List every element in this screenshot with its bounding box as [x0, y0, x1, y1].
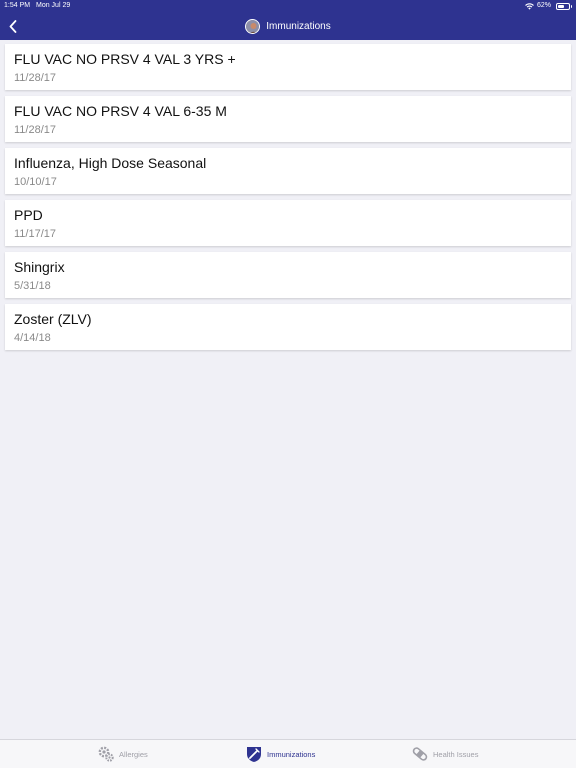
battery-fill: [558, 4, 565, 8]
immunization-date: 4/14/18: [14, 332, 51, 344]
navigation-bar: Immunizations: [0, 12, 576, 40]
status-bar: 1:54 PM Mon Jul 29 62%: [0, 0, 576, 12]
wifi-icon: [525, 2, 534, 10]
tab-allergies[interactable]: Allergies: [97, 740, 148, 768]
battery-tip: [570, 5, 572, 8]
immunization-item[interactable]: Zoster (ZLV) 4/14/18: [5, 304, 571, 350]
tab-label: Health Issues: [433, 749, 479, 759]
tab-label: Immunizations: [267, 749, 316, 759]
top-bar: 1:54 PM Mon Jul 29 62% Immunizations: [0, 0, 576, 40]
immunization-date: 5/31/18: [14, 280, 51, 292]
immunization-name: FLU VAC NO PRSV 4 VAL 6-35 M: [14, 103, 227, 119]
immunization-name: Influenza, High Dose Seasonal: [14, 155, 207, 171]
tab-bar: Allergies Immunizations Health Issues: [0, 739, 576, 768]
bandage-icon: [412, 747, 428, 761]
status-time: 1:54 PM: [4, 2, 31, 9]
immunization-name: PPD: [14, 207, 43, 223]
tab-health-issues[interactable]: Health Issues: [411, 740, 478, 768]
immunization-date: 10/10/17: [14, 176, 57, 188]
gears-icon: [98, 746, 114, 762]
status-right: 62%: [525, 0, 572, 12]
page-title: Immunizations: [266, 20, 331, 32]
tab-immunizations[interactable]: Immunizations: [245, 740, 315, 768]
immunization-name: FLU VAC NO PRSV 4 VAL 3 YRS +: [14, 51, 236, 67]
battery-percent: 62%: [536, 2, 551, 9]
syringe-shield-icon: [247, 747, 261, 762]
immunization-date: 11/28/17: [14, 124, 57, 136]
immunization-item[interactable]: Shingrix 5/31/18: [5, 252, 571, 298]
immunization-date: 11/17/17: [14, 228, 57, 240]
immunization-date: 11/28/17: [14, 72, 57, 84]
user-avatar-icon: [246, 19, 260, 33]
immunization-name: Zoster (ZLV): [14, 311, 92, 327]
immunization-item[interactable]: FLU VAC NO PRSV 4 VAL 6-35 M 11/28/17: [5, 96, 571, 142]
immunization-name: Shingrix: [14, 259, 65, 275]
battery-icon: [556, 2, 572, 10]
immunization-item[interactable]: PPD 11/17/17: [5, 200, 571, 246]
status-date: Mon Jul 29: [36, 2, 71, 9]
nav-title-group: Immunizations: [0, 12, 576, 40]
tab-label: Allergies: [119, 749, 148, 759]
avatar[interactable]: [245, 18, 261, 34]
immunization-item[interactable]: FLU VAC NO PRSV 4 VAL 3 YRS + 11/28/17: [5, 44, 571, 90]
immunization-item[interactable]: Influenza, High Dose Seasonal 10/10/17: [5, 148, 571, 194]
immunization-list: FLU VAC NO PRSV 4 VAL 3 YRS + 11/28/17 F…: [5, 44, 571, 356]
